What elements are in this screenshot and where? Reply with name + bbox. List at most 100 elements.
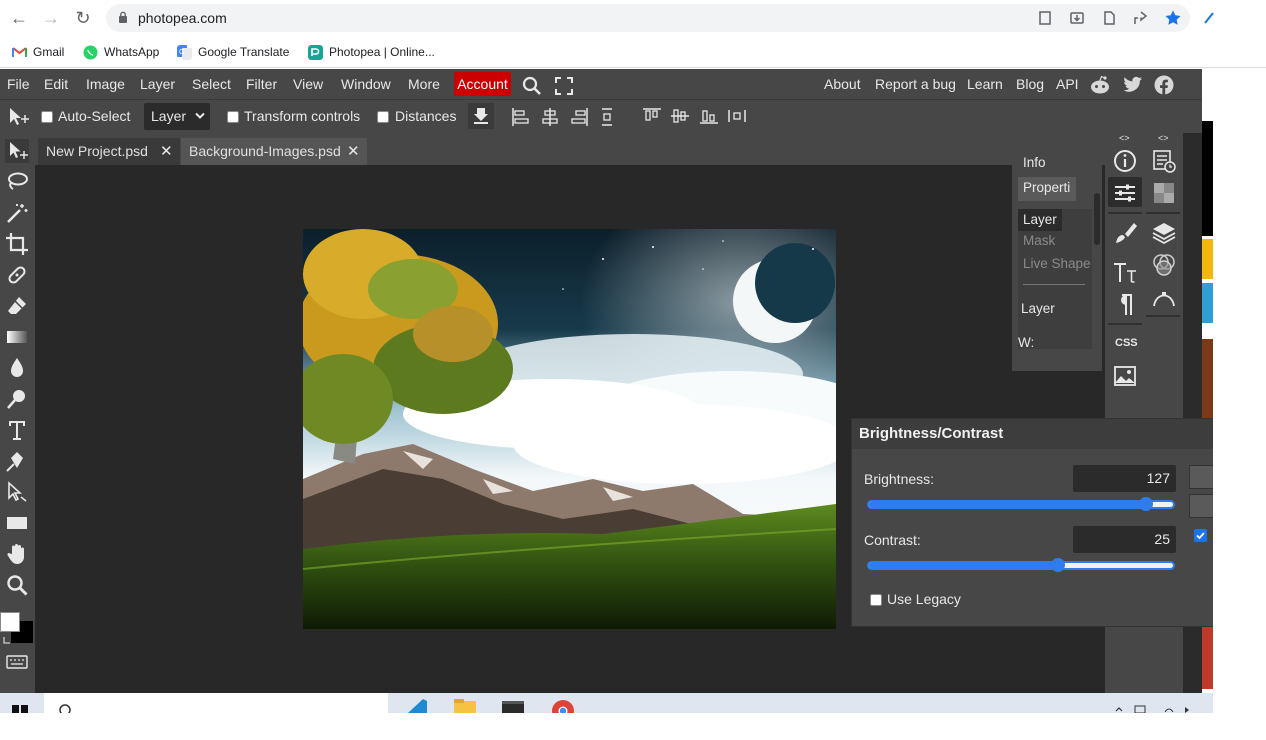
eraser-tool-icon[interactable]: [5, 294, 29, 318]
close-icon[interactable]: ✕: [160, 138, 173, 165]
align-left-icon[interactable]: [511, 107, 529, 127]
healing-brush-tool-icon[interactable]: [5, 263, 29, 287]
zoom-tool-icon[interactable]: [5, 573, 29, 597]
tab-background-images[interactable]: Background-Images.psd ✕: [181, 138, 367, 165]
align-right-icon[interactable]: [571, 107, 589, 127]
brightness-input[interactable]: 127: [1073, 465, 1176, 492]
tab-new-project[interactable]: New Project.psd ✕: [38, 138, 180, 165]
cancel-button[interactable]: [1189, 494, 1213, 518]
menu-edit[interactable]: Edit: [44, 76, 68, 92]
link-about[interactable]: About: [824, 76, 861, 92]
address-bar[interactable]: photopea.com: [106, 4, 1190, 32]
menu-layer[interactable]: Layer: [140, 76, 175, 92]
bookmark-google-translate[interactable]: G Google Translate: [177, 43, 289, 61]
menu-filter[interactable]: Filter: [246, 76, 277, 92]
fullscreen-icon[interactable]: [555, 77, 573, 95]
image-icon[interactable]: [1112, 363, 1138, 389]
preview-checkbox[interactable]: [1194, 529, 1207, 542]
path-selection-tool-icon[interactable]: [5, 480, 29, 504]
document-canvas[interactable]: [303, 229, 836, 629]
channels-icon[interactable]: [1151, 252, 1177, 278]
menu-view[interactable]: View: [293, 76, 323, 92]
download-page-icon[interactable]: [1100, 9, 1118, 27]
paragraph-icon[interactable]: [1112, 292, 1138, 318]
magic-wand-tool-icon[interactable]: [5, 201, 29, 225]
align-bottom-icon[interactable]: [699, 107, 719, 125]
transform-controls-checkbox[interactable]: [227, 111, 239, 123]
blur-tool-icon[interactable]: [5, 356, 29, 380]
use-legacy-checkbox[interactable]: [870, 594, 882, 606]
download-button[interactable]: [468, 103, 494, 129]
reddit-icon[interactable]: [1089, 75, 1111, 95]
type-tool-icon[interactable]: [5, 418, 29, 442]
scrollbar[interactable]: [1094, 193, 1100, 245]
menu-image[interactable]: Image: [86, 76, 125, 92]
distances-checkbox[interactable]: [377, 111, 389, 123]
css-icon[interactable]: CSS: [1115, 337, 1138, 349]
bookmark-star-icon[interactable]: [1164, 9, 1182, 27]
swap-colors-icon[interactable]: [2, 635, 12, 645]
layers-icon[interactable]: [1151, 220, 1177, 246]
search-icon[interactable]: [522, 76, 542, 96]
tab-properties[interactable]: Properti: [1018, 177, 1076, 201]
tab-info[interactable]: Info: [1023, 155, 1046, 170]
distribute-horizontal-icon[interactable]: [727, 109, 747, 123]
distribute-vertical-icon[interactable]: [600, 107, 614, 127]
menu-window[interactable]: Window: [341, 76, 391, 92]
hand-tool-icon[interactable]: [5, 542, 29, 566]
vscode-icon[interactable]: [403, 695, 429, 713]
facebook-icon[interactable]: [1154, 75, 1174, 95]
collapse-left-icon[interactable]: <>: [1119, 133, 1130, 143]
link-learn[interactable]: Learn: [967, 76, 1003, 92]
menu-select[interactable]: Select: [192, 76, 231, 92]
install-icon[interactable]: [1068, 9, 1086, 27]
reload-icon[interactable]: ↻: [73, 8, 93, 28]
share-icon[interactable]: [1132, 9, 1150, 27]
collapse-right-icon[interactable]: <>: [1158, 133, 1169, 143]
system-tray-icons[interactable]: [1110, 703, 1210, 713]
brightness-slider-handle[interactable]: [1139, 497, 1153, 511]
foreground-color-swatch[interactable]: [0, 612, 20, 632]
sub-tab-live-shape[interactable]: Live Shape: [1023, 256, 1091, 271]
bookmark-whatsapp[interactable]: WhatsApp: [83, 43, 159, 61]
align-middle-icon[interactable]: [670, 107, 690, 125]
paths-icon[interactable]: [1151, 284, 1177, 310]
back-arrow-icon[interactable]: ←: [9, 8, 29, 28]
taskbar-search[interactable]: [44, 693, 388, 713]
sub-tab-layer[interactable]: Layer: [1018, 209, 1062, 231]
link-report-bug[interactable]: Report a bug: [875, 76, 956, 92]
close-icon[interactable]: ✕: [347, 138, 360, 165]
page-icon[interactable]: [1036, 9, 1054, 27]
pen-tool-icon[interactable]: [5, 449, 29, 473]
keyboard-icon[interactable]: [6, 655, 28, 669]
contrast-input[interactable]: 25: [1073, 526, 1176, 553]
contrast-slider[interactable]: [867, 561, 1175, 570]
extension-icon[interactable]: [1202, 9, 1216, 27]
account-button[interactable]: Account: [454, 72, 511, 96]
contrast-slider-handle[interactable]: [1051, 558, 1065, 572]
layer-select[interactable]: Layer: [144, 103, 210, 130]
file-explorer-icon[interactable]: [452, 695, 478, 713]
terminal-icon[interactable]: [500, 695, 526, 713]
link-api[interactable]: API: [1056, 76, 1079, 92]
dialog-title[interactable]: Brightness/Contrast: [852, 419, 1213, 449]
swatches-icon[interactable]: [1151, 180, 1177, 206]
info-icon[interactable]: [1112, 148, 1138, 174]
gradient-tool-icon[interactable]: [5, 325, 29, 349]
rectangle-tool-icon[interactable]: [5, 511, 29, 535]
brush-icon[interactable]: [1112, 220, 1138, 246]
chrome-icon[interactable]: [550, 695, 576, 713]
ok-button[interactable]: [1189, 465, 1213, 489]
bookmark-photopea[interactable]: Photopea | Online...: [308, 43, 435, 61]
forward-arrow-icon[interactable]: →: [41, 8, 61, 28]
bookmark-gmail[interactable]: Gmail: [12, 43, 64, 61]
lasso-tool-icon[interactable]: [5, 170, 29, 194]
align-top-icon[interactable]: [642, 107, 662, 125]
move-tool-icon[interactable]: [5, 139, 29, 163]
adjustments-icon[interactable]: [1112, 180, 1138, 206]
link-blog[interactable]: Blog: [1016, 76, 1044, 92]
twitter-icon[interactable]: [1123, 76, 1143, 94]
sub-tab-mask[interactable]: Mask: [1023, 233, 1055, 248]
character-icon[interactable]: [1112, 260, 1138, 286]
dodge-tool-icon[interactable]: [5, 387, 29, 411]
